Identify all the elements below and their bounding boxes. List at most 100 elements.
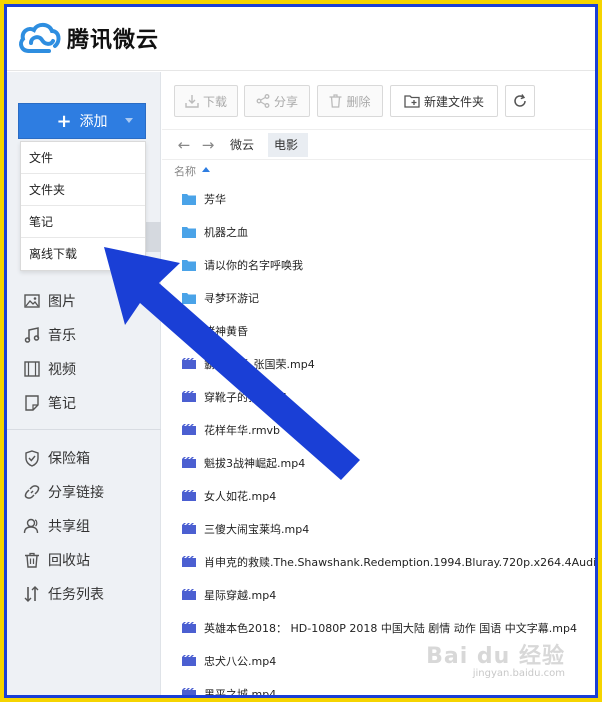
share-icon (256, 94, 270, 108)
sidebar-item-label: 任务列表 (48, 587, 104, 603)
download-button[interactable]: 下载 (174, 85, 238, 117)
file-list: 名称 芳华机器之血请以你的名字呼唤我寻梦环游记诸神黄昏霸王别姬_张国荣.mp4 穿… (162, 160, 595, 695)
back-arrow-icon[interactable]: ← (172, 136, 196, 154)
video-file-icon (182, 423, 196, 436)
list-item[interactable]: 寻梦环游记 (162, 281, 595, 314)
download-icon (185, 94, 199, 108)
app-title: 腾讯微云 (67, 28, 160, 53)
sidebar-item-share-links[interactable]: 分享链接 (23, 478, 104, 506)
column-header-label: 名称 (174, 165, 196, 178)
sidebar-item-share-group[interactable]: 共享组 (23, 512, 90, 540)
list-item[interactable]: 魁拔3战神崛起.mp4 (162, 446, 595, 479)
delete-label: 删除 (346, 94, 371, 109)
list-item[interactable]: 女人如花.mp4 (162, 479, 595, 512)
chevron-down-icon[interactable] (125, 118, 133, 123)
folder-icon (182, 259, 196, 271)
cloud-logo-icon (19, 22, 61, 53)
watermark: Bai du 经验 jingyan.baidu.com (426, 638, 565, 679)
add-dropdown-menu: 文件 文件夹 笔记 离线下载 (20, 141, 146, 271)
list-item-name: 霸王别姬_张国荣.mp4 (204, 357, 315, 371)
sidebar-item-recycle-bin[interactable]: 回收站 (23, 546, 90, 574)
list-item-name: 三傻大闹宝莱坞.mp4 (204, 522, 310, 536)
list-item-name: 诸神黄昏 (204, 324, 248, 338)
column-header-name[interactable]: 名称 (162, 160, 595, 182)
sidebar-item-task-list[interactable]: 任务列表 (23, 580, 104, 608)
trash-icon (23, 551, 41, 569)
sidebar-selected-indicator (146, 222, 161, 252)
breadcrumb-root[interactable]: 微云 (224, 133, 264, 157)
list-item[interactable]: 穿靴子的猫.mp4 (162, 380, 595, 413)
list-item-name: 请以你的名字呼唤我 (204, 258, 303, 272)
list-item[interactable]: 花样年华.rmvb (162, 413, 595, 446)
list-item[interactable]: 星际穿越.mp4 (162, 578, 595, 611)
refresh-button[interactable] (505, 85, 535, 117)
refresh-icon (513, 94, 527, 108)
watermark-logo: Bai du 经验 (426, 644, 565, 669)
video-file-icon (182, 456, 196, 469)
video-file-icon (182, 357, 196, 370)
sidebar-item-images[interactable]: 图片 (23, 287, 76, 315)
menu-item-offline-download[interactable]: 离线下载 (21, 238, 145, 270)
video-file-icon (182, 489, 196, 502)
list-item-name: 星际穿越.mp4 (204, 588, 277, 602)
new-folder-label: 新建文件夹 (423, 94, 484, 109)
toolbar: 下载 分享 删除 新建文件夹 (162, 72, 595, 130)
plus-icon: + (56, 110, 72, 132)
group-icon (23, 517, 41, 535)
sidebar-item-label: 共享组 (48, 519, 90, 535)
new-folder-button[interactable]: 新建文件夹 (390, 85, 498, 117)
sidebar-divider (7, 429, 161, 430)
list-item-name: 黑平之城.mp4 (204, 687, 277, 696)
list-item-name: 机器之血 (204, 225, 248, 239)
list-item-name: 英雄本色2018： HD-1080P 2018 中国大陆 剧情 动作 国语 中文… (204, 621, 577, 635)
list-item[interactable]: 肖申克的救赎.The.Shawshank.Redemption.1994.Blu… (162, 545, 595, 578)
sidebar-item-label: 音乐 (48, 328, 76, 344)
share-button[interactable]: 分享 (244, 85, 310, 117)
delete-button[interactable]: 删除 (317, 85, 383, 117)
add-button-label: 添加 (79, 114, 108, 130)
list-item[interactable]: 请以你的名字呼唤我 (162, 248, 595, 281)
share-label: 分享 (273, 94, 298, 109)
sidebar-item-label: 笔记 (48, 396, 76, 412)
list-item-name: 花样年华.rmvb (204, 423, 281, 437)
shield-icon (23, 449, 41, 467)
image-icon (23, 292, 41, 310)
list-item[interactable]: 诸神黄昏 (162, 314, 595, 347)
list-item[interactable]: 霸王别姬_张国荣.mp4 (162, 347, 595, 380)
breadcrumb-current[interactable]: 电影 (268, 132, 309, 157)
task-list-icon (23, 585, 41, 603)
trash-icon (329, 94, 342, 108)
app-logo[interactable]: 腾讯微云 (17, 21, 159, 55)
video-file-icon (182, 522, 196, 535)
add-button[interactable]: + 添加 (18, 103, 146, 139)
list-item-name: 肖申克的救赎.The.Shawshank.Redemption.1994.Blu… (204, 555, 595, 569)
list-item-name: 魁拔3战神崛起.mp4 (204, 456, 306, 470)
sort-asc-icon (202, 166, 210, 172)
video-file-icon (182, 555, 196, 568)
sidebar-item-label: 回收站 (48, 553, 90, 569)
sidebar-item-safe[interactable]: 保险箱 (23, 444, 90, 472)
list-item[interactable]: 芳华 (162, 182, 595, 215)
folder-icon (182, 325, 196, 337)
video-icon (23, 360, 41, 378)
sidebar-item-videos[interactable]: 视频 (23, 355, 76, 383)
list-item-name: 忠犬八公.mp4 (204, 654, 277, 668)
list-item[interactable]: 机器之血 (162, 215, 595, 248)
new-folder-icon (404, 94, 420, 108)
list-item[interactable]: 黑平之城.mp4 (162, 677, 595, 695)
menu-item-file[interactable]: 文件 (21, 142, 145, 174)
menu-item-note[interactable]: 笔记 (21, 206, 145, 238)
sidebar-item-label: 图片 (48, 294, 76, 310)
list-item[interactable]: 三傻大闹宝莱坞.mp4 (162, 512, 595, 545)
music-icon (23, 326, 41, 344)
folder-icon (182, 292, 196, 304)
note-icon (23, 394, 41, 412)
sidebar-item-music[interactable]: 音乐 (23, 321, 76, 349)
download-label: 下载 (202, 94, 227, 109)
video-file-icon (182, 390, 196, 403)
sidebar-item-notes[interactable]: 笔记 (23, 389, 76, 417)
menu-item-folder[interactable]: 文件夹 (21, 174, 145, 206)
app-window: 腾讯微云 + 添加 图片 音乐 视频 笔记 保险箱 分享链接 共享组 回收站 任… (4, 4, 598, 698)
forward-arrow-icon[interactable]: → (196, 136, 220, 154)
list-item-name: 芳华 (204, 192, 226, 206)
